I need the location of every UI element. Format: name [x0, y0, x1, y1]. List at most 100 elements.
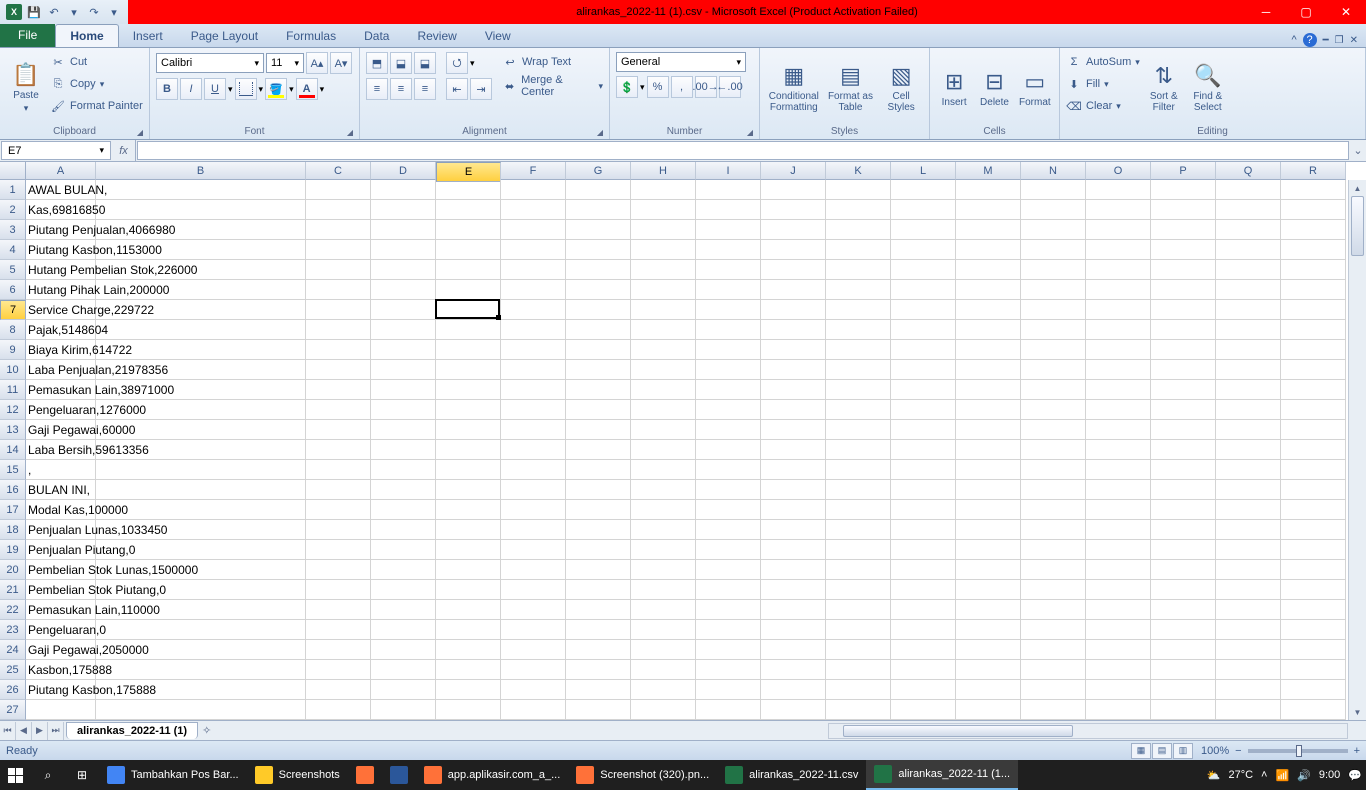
cell[interactable] [956, 320, 1021, 340]
cell[interactable] [1216, 420, 1281, 440]
cell[interactable] [826, 340, 891, 360]
row-header[interactable]: 1 [0, 180, 26, 200]
format-painter-button[interactable]: 🖌Format Painter [50, 96, 143, 116]
cell[interactable] [631, 400, 696, 420]
cell[interactable] [1151, 660, 1216, 680]
cell[interactable] [1216, 640, 1281, 660]
cell[interactable] [96, 420, 306, 440]
cell[interactable] [1021, 520, 1086, 540]
cell[interactable] [96, 320, 306, 340]
row-header[interactable]: 20 [0, 560, 26, 580]
cell[interactable] [1021, 320, 1086, 340]
cell[interactable] [501, 360, 566, 380]
cell[interactable] [566, 480, 631, 500]
cell[interactable]: , [26, 460, 96, 480]
cell[interactable] [1216, 360, 1281, 380]
cell[interactable] [1216, 300, 1281, 320]
accounting-format-icon[interactable]: 💲 [616, 76, 638, 98]
sheet-nav-last-icon[interactable]: ⏭ [48, 722, 64, 740]
cell[interactable] [956, 360, 1021, 380]
cell[interactable] [566, 340, 631, 360]
insert-cells-button[interactable]: ⊞Insert [936, 52, 972, 124]
cell[interactable] [1021, 440, 1086, 460]
conditional-formatting-button[interactable]: ▦Conditional Formatting [766, 52, 822, 124]
cell[interactable] [96, 600, 306, 620]
font-size-select[interactable]: 11▾ [266, 53, 304, 73]
cell[interactable] [1021, 400, 1086, 420]
cell[interactable] [501, 700, 566, 720]
cell[interactable] [891, 460, 956, 480]
cell[interactable] [761, 520, 826, 540]
cell[interactable] [1021, 680, 1086, 700]
cell[interactable] [761, 280, 826, 300]
wrap-text-button[interactable]: ↩Wrap Text [502, 52, 603, 72]
cell[interactable] [96, 480, 306, 500]
help-icon[interactable]: ? [1303, 33, 1317, 47]
cell[interactable] [696, 360, 761, 380]
fill-color-button[interactable]: 🪣 [265, 78, 287, 100]
cell[interactable] [631, 680, 696, 700]
cell[interactable] [696, 200, 761, 220]
cell[interactable] [96, 180, 306, 200]
cell[interactable] [306, 220, 371, 240]
select-all-corner[interactable] [0, 162, 26, 180]
cell[interactable] [26, 700, 96, 720]
row-header[interactable]: 16 [0, 480, 26, 500]
row-header[interactable]: 15 [0, 460, 26, 480]
cell[interactable] [1086, 240, 1151, 260]
window-restore-icon[interactable]: ❐ [1335, 35, 1344, 46]
cell[interactable] [1086, 260, 1151, 280]
cell[interactable] [826, 500, 891, 520]
cell[interactable]: Penjualan Piutang,0 [26, 540, 96, 560]
cell[interactable] [566, 200, 631, 220]
row-header[interactable]: 26 [0, 680, 26, 700]
cell[interactable] [96, 240, 306, 260]
row-header[interactable]: 27 [0, 700, 26, 720]
find-select-button[interactable]: 🔍Find & Select [1188, 52, 1228, 124]
merge-center-button[interactable]: ⬌Merge & Center▾ [502, 76, 603, 96]
row-header[interactable]: 2 [0, 200, 26, 220]
cell[interactable] [761, 440, 826, 460]
scroll-up-icon[interactable]: ▲ [1349, 180, 1366, 196]
row-header[interactable]: 6 [0, 280, 26, 300]
cell[interactable] [306, 460, 371, 480]
cell[interactable] [96, 400, 306, 420]
cell[interactable] [501, 260, 566, 280]
cell[interactable] [1281, 680, 1346, 700]
cell[interactable] [306, 420, 371, 440]
cell[interactable] [696, 600, 761, 620]
cell[interactable] [1281, 500, 1346, 520]
font-name-select[interactable]: Calibri▾ [156, 53, 264, 73]
cell[interactable] [696, 680, 761, 700]
cell[interactable] [891, 520, 956, 540]
cell[interactable] [371, 280, 436, 300]
cell[interactable] [1151, 420, 1216, 440]
fill-button[interactable]: ⬇Fill▾ [1066, 74, 1140, 94]
cell[interactable] [1151, 180, 1216, 200]
window-close-icon[interactable]: ✕ [1350, 35, 1358, 46]
cell[interactable] [436, 420, 501, 440]
scroll-thumb[interactable] [1351, 196, 1364, 256]
align-middle-icon[interactable]: ⬓ [390, 52, 412, 74]
cell[interactable] [371, 200, 436, 220]
cell[interactable] [826, 680, 891, 700]
cell[interactable] [306, 360, 371, 380]
cell[interactable] [761, 180, 826, 200]
cell[interactable]: Kasbon,175888 [26, 660, 96, 680]
cell[interactable] [696, 340, 761, 360]
taskbar-item[interactable]: alirankas_2022-11.csv [717, 760, 866, 790]
cell[interactable] [371, 640, 436, 660]
cell[interactable]: Modal Kas,100000 [26, 500, 96, 520]
cell[interactable] [436, 440, 501, 460]
cell[interactable] [1151, 580, 1216, 600]
cell[interactable] [956, 700, 1021, 720]
cell[interactable] [306, 680, 371, 700]
cell[interactable] [826, 620, 891, 640]
cell[interactable] [371, 240, 436, 260]
cell[interactable] [1216, 460, 1281, 480]
cell[interactable] [371, 560, 436, 580]
cell[interactable] [1086, 460, 1151, 480]
cell[interactable] [956, 540, 1021, 560]
cells-area[interactable]: AWAL BULAN,Kas,69816850Piutang Penjualan… [26, 180, 1348, 720]
cell[interactable] [566, 560, 631, 580]
